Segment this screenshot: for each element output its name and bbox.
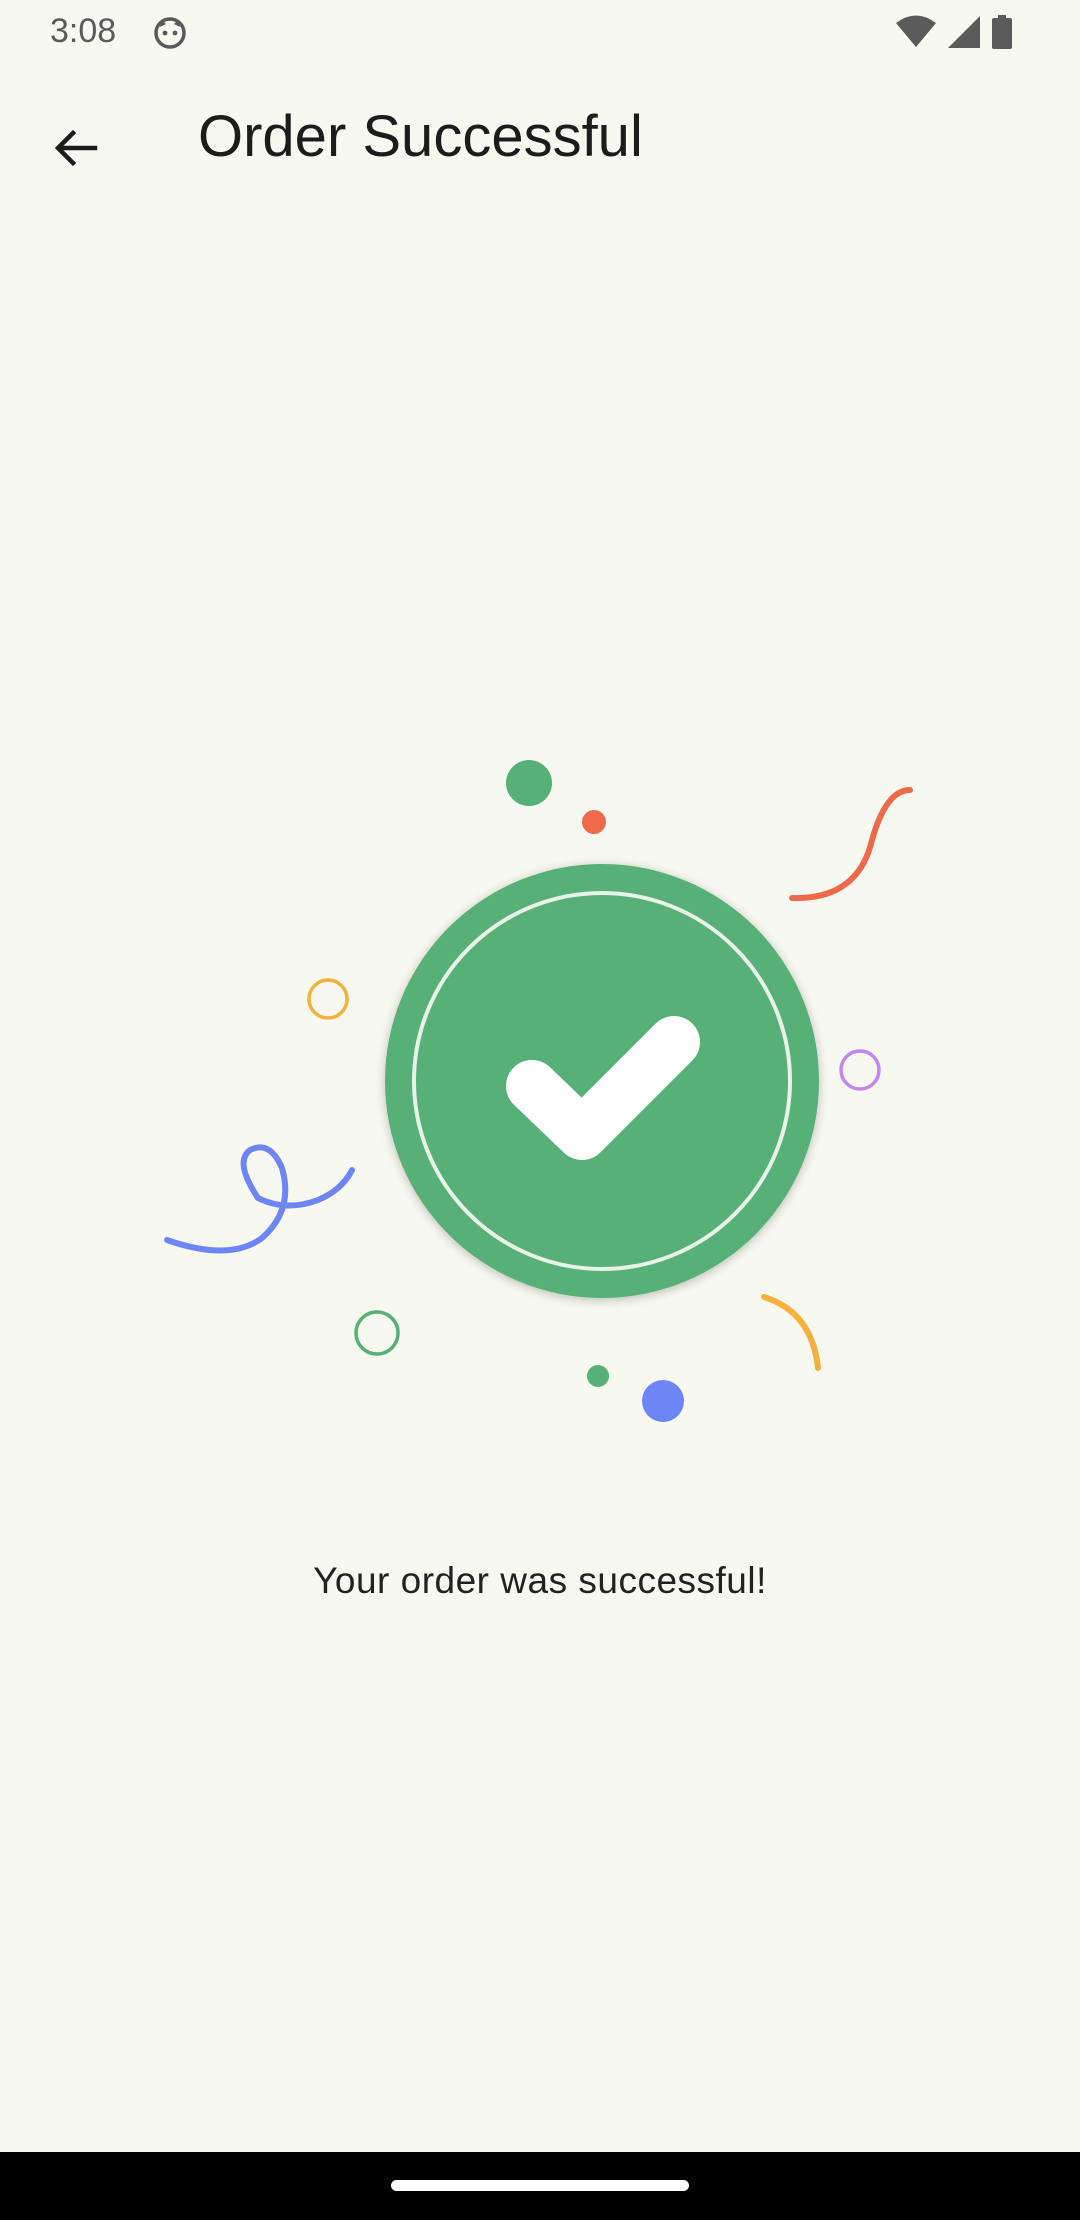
arrow-back-icon: [54, 129, 98, 167]
page-title: Order Successful: [198, 104, 643, 169]
confetti-ring-orange: [307, 978, 349, 1020]
status-time: 3:08: [50, 12, 117, 50]
wifi-icon: [896, 15, 936, 47]
system-nav-bar: [0, 2152, 1080, 2220]
order-success-screen: 3:08 Order Successful Your order was suc…: [0, 0, 1080, 2220]
confetti-arc-orange: [761, 1294, 821, 1371]
confetti-dot-green-large: [506, 760, 552, 806]
confetti-dot-blue: [642, 1380, 684, 1422]
home-indicator[interactable]: [391, 2180, 689, 2191]
confetti-loop-blue: [164, 1144, 355, 1254]
success-badge: [385, 864, 819, 1298]
battery-icon: [992, 15, 1012, 49]
check-icon: [506, 1016, 700, 1160]
success-illustration: [164, 760, 913, 1422]
confetti-ring-purple: [839, 1049, 881, 1091]
status-icons: [894, 14, 1014, 50]
back-button[interactable]: [34, 106, 118, 190]
confetti-dot-green-small: [587, 1365, 609, 1387]
app-bar: Order Successful: [0, 66, 1080, 216]
confetti-dot-red: [582, 810, 606, 834]
success-badge-ring: [412, 891, 792, 1271]
confetti-ring-green: [354, 1310, 400, 1356]
signal-icon: [948, 16, 980, 48]
success-message: Your order was successful!: [313, 1560, 767, 1601]
face-icon: [154, 17, 186, 49]
status-bar: 3:08: [0, 0, 1080, 66]
confetti-streamer-red: [789, 787, 913, 902]
